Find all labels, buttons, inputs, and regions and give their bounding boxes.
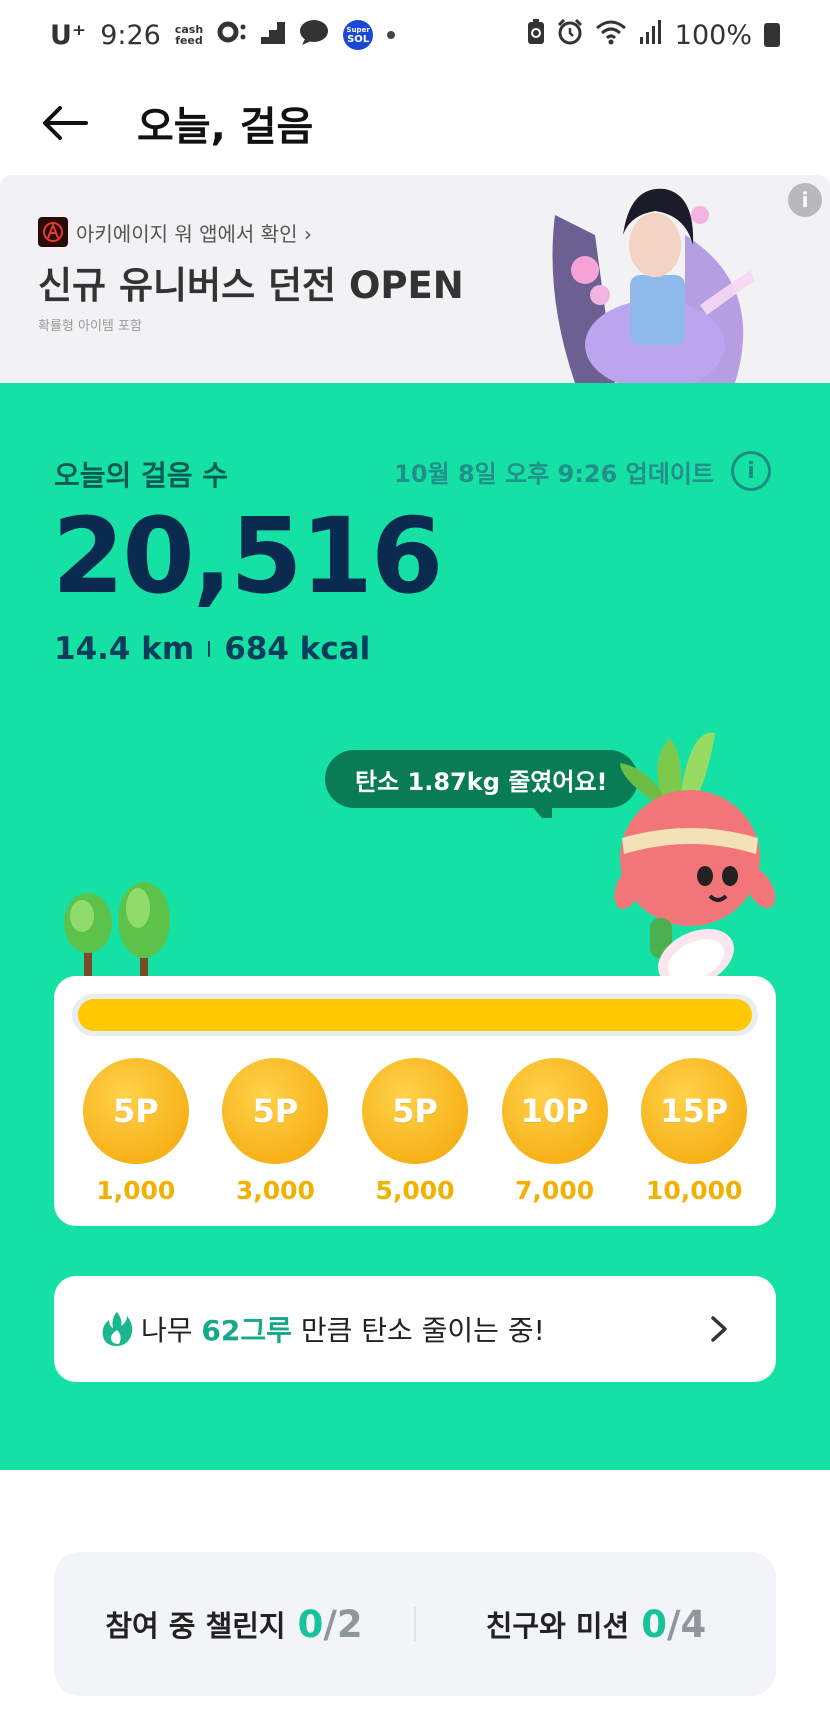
joined-total: /2 — [323, 1602, 363, 1646]
banner-brand-text: 아키에이지 워 앱에서 확인 › — [76, 221, 312, 246]
steps-section: 오늘의 걸음 수 10월 8일 오후 9:26 업데이트 i 20,516 14… — [0, 383, 830, 1470]
cashfeed-icon: cash feed — [175, 24, 203, 46]
challenges-card: 참여 중 챌린지 0/2 친구와 미션 0/4 — [54, 1552, 776, 1696]
friend-missions-button[interactable]: 친구와 미션 0/4 — [416, 1603, 776, 1646]
ring-app-icon — [217, 20, 247, 51]
wifi-icon — [595, 19, 627, 52]
distance-value: 14.4 km — [54, 631, 195, 667]
status-bar: U⁺ 9:26 cash feed Super SOL 100% — [0, 0, 830, 70]
friends-current: 0 — [641, 1602, 667, 1646]
banner-brand-link[interactable]: 아키에이지 워 앱에서 확인 › — [38, 217, 312, 247]
speech-bubble-tail — [530, 804, 552, 818]
milestone-item[interactable]: 5P 1,000 — [76, 1058, 196, 1205]
rewards-card: 5P 1,000 5P 3,000 5P 5,000 10P 7,000 15P… — [54, 976, 776, 1226]
milestone-steps: 5,000 — [375, 1176, 455, 1205]
point-coin-icon[interactable]: 5P — [82, 1058, 189, 1164]
milestone-steps: 3,000 — [235, 1176, 315, 1205]
point-coin-icon[interactable]: 15P — [641, 1058, 748, 1164]
banner-info-icon[interactable]: i — [788, 183, 822, 217]
banner-title: 신규 유니버스 던전 OPEN — [38, 264, 464, 307]
update-timestamp: 10월 8일 오후 9:26 업데이트 — [394, 460, 714, 488]
page-title: 오늘, 걸음 — [137, 103, 314, 150]
banner-character-image — [535, 175, 775, 383]
joined-challenges-button[interactable]: 참여 중 챌린지 0/2 — [54, 1603, 414, 1646]
banner-note: 확률형 아이템 포함 — [38, 319, 142, 334]
battery-icon — [764, 23, 780, 47]
archeage-logo-icon — [38, 217, 68, 247]
point-coin-icon[interactable]: 5P — [361, 1058, 468, 1164]
carbon-suffix: 만큼 탄소 줄이는 중! — [291, 1314, 545, 1347]
clock: 9:26 — [100, 19, 161, 51]
carrier-label: U⁺ — [50, 19, 87, 51]
status-left: U⁺ 9:26 cash feed Super SOL — [50, 19, 396, 52]
app-header: 오늘, 걸음 — [0, 70, 830, 175]
milestone-item[interactable]: 15P 10,000 — [634, 1058, 754, 1205]
alarm-icon — [557, 18, 583, 52]
flame-icon — [102, 1312, 133, 1346]
step-count: 20,516 — [52, 495, 443, 617]
calories-value: 684 kcal — [224, 631, 371, 667]
stairs-icon — [261, 20, 286, 51]
carbon-speech-bubble: 탄소 1.87kg 줄였어요! — [325, 750, 638, 808]
notification-dot-icon — [387, 31, 396, 39]
steps-progress-bar — [72, 994, 758, 1036]
friends-total: /4 — [666, 1602, 707, 1646]
status-right: 100% — [527, 18, 780, 52]
recycle-icon — [527, 18, 545, 52]
milestone-item[interactable]: 5P 5,000 — [355, 1058, 475, 1205]
point-coin-icon[interactable]: 10P — [501, 1058, 608, 1164]
chat-bubble-icon — [299, 19, 329, 52]
milestone-list: 5P 1,000 5P 3,000 5P 5,000 10P 7,000 15P… — [54, 1058, 776, 1205]
carbon-savings-row[interactable]: 나무 62그루 만큼 탄소 줄이는 중! — [54, 1276, 776, 1382]
carbon-text: 나무 62그루 만큼 탄소 줄이는 중! — [141, 1309, 545, 1349]
back-button[interactable] — [40, 98, 90, 148]
battery-percent: 100% — [674, 19, 752, 51]
steps-progress-fill — [78, 999, 752, 1031]
tree-count: 62그루 — [201, 1314, 292, 1347]
milestone-item[interactable]: 10P 7,000 — [495, 1058, 615, 1205]
milestone-steps: 10,000 — [645, 1176, 743, 1205]
steps-label: 오늘의 걸음 수 — [54, 459, 229, 492]
friend-missions-label: 친구와 미션 — [485, 1609, 630, 1643]
chevron-right-icon — [711, 1316, 727, 1342]
signal-icon — [639, 19, 663, 51]
milestone-steps: 1,000 — [96, 1176, 176, 1205]
arrow-left-icon — [43, 105, 88, 140]
trees-illustration — [64, 882, 170, 978]
point-coin-icon[interactable]: 5P — [222, 1058, 329, 1164]
joined-challenges-count: 0/2 — [298, 1603, 363, 1646]
steps-info-icon[interactable]: i — [731, 451, 771, 491]
promo-banner[interactable]: 아키에이지 워 앱에서 확인 › 신규 유니버스 던전 OPEN 확률형 아이템… — [0, 175, 830, 383]
cashfeed-label-bottom: feed — [175, 34, 203, 47]
milestone-item[interactable]: 5P 3,000 — [215, 1058, 335, 1205]
radish-mascot-image — [614, 732, 776, 988]
sol-label-bottom: SOL — [347, 34, 370, 45]
carbon-prefix: 나무 — [141, 1314, 202, 1347]
stat-divider — [208, 641, 211, 657]
super-sol-icon: Super SOL — [343, 20, 374, 50]
milestone-steps: 7,000 — [515, 1176, 595, 1205]
joined-current: 0 — [297, 1602, 324, 1646]
joined-challenges-label: 참여 중 챌린지 — [105, 1609, 286, 1643]
distance-calories: 14.4 km 684 kcal — [54, 631, 370, 667]
friend-missions-count: 0/4 — [641, 1603, 706, 1646]
